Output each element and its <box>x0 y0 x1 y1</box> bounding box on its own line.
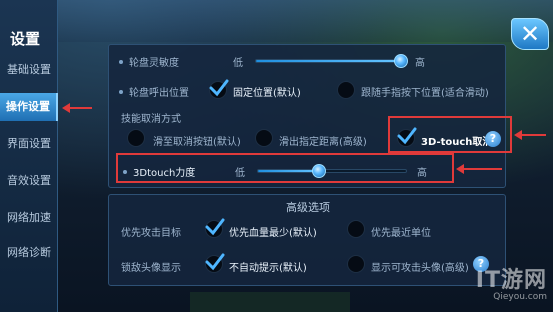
annotation-arrow-force <box>456 164 502 174</box>
sidebar-item-network-diagnose[interactable]: 网络诊断 <box>0 239 58 267</box>
callout-follow-label: 跟随手指按下位置(适合滑动) <box>361 88 489 99</box>
annotation-arrow-left <box>62 103 92 113</box>
annotation-box-3dtouch <box>388 116 512 153</box>
watermark: IT游网 Qieyou.com <box>447 262 547 306</box>
callout-fixed-label: 固定位置(默认) <box>233 88 301 99</box>
sidebar-item-network-boost[interactable]: 网络加速 <box>0 204 58 232</box>
priority-nearest-label: 优先最近单位 <box>371 228 431 239</box>
cancel-button-radio[interactable] <box>127 129 145 147</box>
annotation-arrow-3dtouch <box>514 130 546 140</box>
callout-follow-radio[interactable] <box>337 81 355 99</box>
lock-avatar-label: 锁敌头像显示 <box>121 263 181 274</box>
top-bar <box>58 0 553 42</box>
wheel-sensitivity-knob[interactable] <box>394 54 408 68</box>
priority-lowest-hp-label: 优先血量最少(默认) <box>229 228 317 239</box>
cancel-distance-label: 滑出指定距离(高级) <box>279 137 367 148</box>
game-hud-strip <box>190 292 350 312</box>
lock-no-prompt-label: 不自动提示(默认) <box>229 263 307 274</box>
bullet-icon <box>119 90 123 94</box>
lock-show-avatar-radio[interactable] <box>347 255 365 273</box>
sidebar-item-sound[interactable]: 音效设置 <box>0 167 58 195</box>
skill-cancel-label: 技能取消方式 <box>121 114 181 125</box>
sidebar-item-controls[interactable]: 操作设置 <box>0 93 58 121</box>
close-button[interactable]: ✕ <box>511 18 549 50</box>
cancel-button-label: 滑至取消按钮(默认) <box>153 137 241 148</box>
check-icon <box>209 79 229 97</box>
sidebar-item-basic[interactable]: 基础设置 <box>0 56 58 84</box>
cancel-distance-radio[interactable] <box>255 129 273 147</box>
settings-sidebar: 设置 基础设置 操作设置 界面设置 音效设置 网络加速 网络诊断 <box>0 0 58 312</box>
priority-label: 优先攻击目标 <box>121 228 181 239</box>
annotation-box-force <box>116 153 454 183</box>
bullet-icon <box>119 60 123 64</box>
check-icon <box>205 218 225 236</box>
wheel-callout-label: 轮盘呼出位置 <box>129 88 189 99</box>
wheel-sensitivity-slider[interactable] <box>255 59 405 63</box>
wheel-sensitivity-high: 高 <box>415 58 425 69</box>
advanced-title: 高级选项 <box>286 201 330 214</box>
check-icon <box>205 253 225 271</box>
wheel-sensitivity-label: 轮盘灵敏度 <box>129 58 179 69</box>
wheel-sensitivity-fill <box>256 60 399 62</box>
sidebar-item-interface[interactable]: 界面设置 <box>0 130 58 158</box>
wheel-sensitivity-low: 低 <box>233 58 243 69</box>
watermark-main: IT游网 <box>475 268 547 293</box>
settings-title: 设置 <box>10 30 41 48</box>
priority-nearest-radio[interactable] <box>347 220 365 238</box>
watermark-sub: Qieyou.com <box>493 292 547 302</box>
